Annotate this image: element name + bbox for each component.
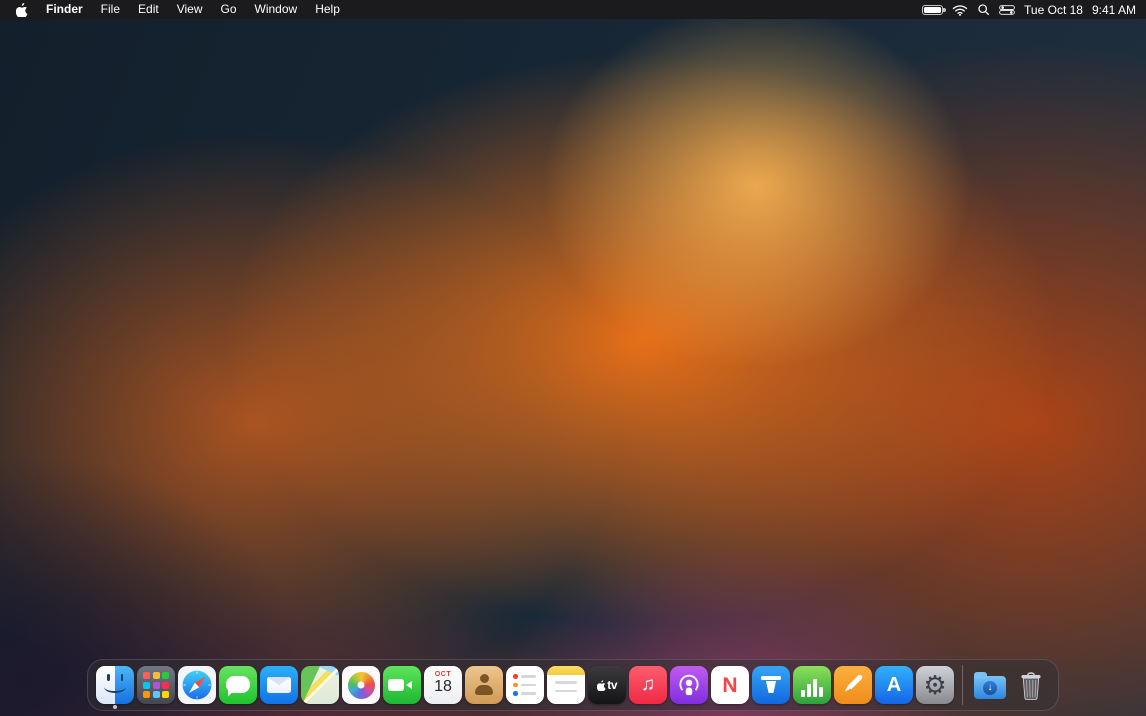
dock-item-news[interactable]: N — [711, 666, 749, 704]
reminders-icon — [506, 666, 544, 704]
dock-item-pages[interactable] — [834, 666, 872, 704]
apple-menu-icon[interactable] — [10, 2, 37, 17]
calendar-icon: OCT 18 — [424, 666, 462, 704]
dock-item-app-store[interactable]: A — [875, 666, 913, 704]
gear-icon: ⚙ — [916, 666, 954, 704]
contacts-icon — [465, 666, 503, 704]
news-letter: N — [722, 673, 738, 697]
app-store-icon: A — [875, 666, 913, 704]
dock-item-podcasts[interactable] — [670, 666, 708, 704]
dock-item-facetime[interactable] — [383, 666, 421, 704]
menu-edit[interactable]: Edit — [129, 0, 168, 19]
messages-bubble-icon — [219, 666, 257, 704]
facetime-camera-icon — [383, 666, 421, 704]
dock-item-reminders[interactable] — [506, 666, 544, 704]
safari-compass-icon — [178, 666, 216, 704]
apple-tv-icon: tv — [588, 666, 626, 704]
dock-item-keynote[interactable] — [752, 666, 790, 704]
app-menu-finder[interactable]: Finder — [37, 0, 92, 19]
dock-item-safari[interactable] — [178, 666, 216, 704]
dock-item-finder[interactable] — [96, 666, 134, 709]
download-arrow-icon: ↓ — [983, 681, 997, 696]
dock-item-music[interactable]: ♫ — [629, 666, 667, 704]
tv-label: tv — [607, 678, 618, 692]
pages-pen-icon — [834, 666, 872, 704]
desktop-wallpaper[interactable] — [0, 19, 1146, 716]
news-icon: N — [711, 666, 749, 704]
menu-help[interactable]: Help — [306, 0, 349, 19]
wifi-icon[interactable] — [952, 4, 968, 16]
menu-file[interactable]: File — [92, 0, 129, 19]
dock-item-notes[interactable] — [547, 666, 585, 704]
menu-bar-left: Finder File Edit View Go Window Help — [10, 0, 349, 19]
dock-item-calendar[interactable]: OCT 18 — [424, 666, 462, 704]
dock-item-system-settings[interactable]: ⚙ — [916, 666, 954, 704]
finder-icon — [96, 666, 134, 704]
menu-bar-date[interactable]: Tue Oct 18 — [1024, 3, 1083, 17]
battery-icon[interactable] — [922, 4, 946, 15]
notes-icon — [547, 666, 585, 704]
numbers-chart-icon — [793, 666, 831, 704]
menu-go[interactable]: Go — [212, 0, 246, 19]
dock-item-numbers[interactable] — [793, 666, 831, 704]
calendar-month-label: OCT — [434, 671, 452, 678]
downloads-folder-icon: ↓ — [971, 666, 1009, 704]
maps-icon — [301, 666, 339, 704]
menu-window[interactable]: Window — [246, 0, 307, 19]
dock-item-trash[interactable] — [1012, 666, 1050, 704]
photos-pinwheel-icon — [342, 666, 380, 704]
menu-view[interactable]: View — [168, 0, 212, 19]
dock-item-maps[interactable] — [301, 666, 339, 704]
menu-bar-time[interactable]: 9:41 AM — [1092, 3, 1136, 17]
dock-item-contacts[interactable] — [465, 666, 503, 704]
desktop-screen: Finder File Edit View Go Window Help Tue… — [0, 0, 1146, 716]
mail-envelope-icon — [260, 666, 298, 704]
spotlight-search-icon[interactable] — [977, 3, 990, 16]
finder-running-indicator — [113, 705, 117, 709]
music-note-glyph: ♫ — [640, 674, 656, 695]
podcasts-icon — [670, 666, 708, 704]
dock: OCT 18 tv ♫ N A ⚙ ↓ — [87, 659, 1059, 711]
dock-item-mail[interactable] — [260, 666, 298, 704]
calendar-day-label: 18 — [434, 678, 452, 695]
app-store-letter: A — [886, 674, 902, 696]
menu-bar: Finder File Edit View Go Window Help Tue… — [0, 0, 1146, 19]
dock-item-photos[interactable] — [342, 666, 380, 704]
gear-glyph: ⚙ — [923, 670, 947, 700]
dock-item-messages[interactable] — [219, 666, 257, 704]
menu-bar-status: Tue Oct 18 9:41 AM — [922, 3, 1136, 17]
dock-item-launchpad[interactable] — [137, 666, 175, 704]
keynote-podium-icon — [752, 666, 790, 704]
dock-separator — [962, 665, 963, 705]
control-center-icon[interactable] — [999, 4, 1015, 15]
launchpad-icon — [137, 666, 175, 704]
music-note-icon: ♫ — [629, 666, 667, 704]
trash-basket-icon — [1012, 666, 1050, 704]
dock-item-downloads[interactable]: ↓ — [971, 666, 1009, 704]
dock-item-tv[interactable]: tv — [588, 666, 626, 704]
